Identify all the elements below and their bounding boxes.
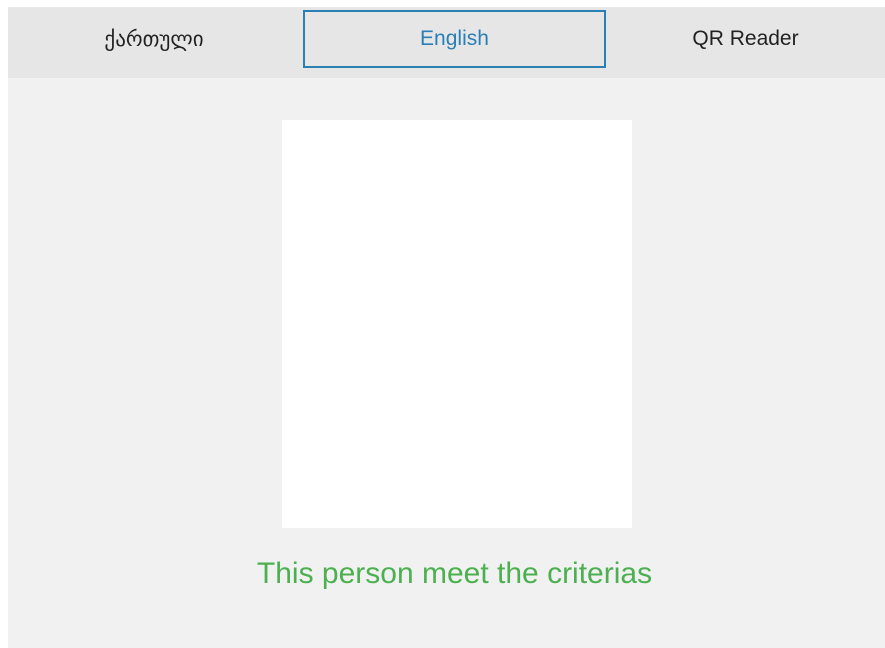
language-tab-bar: ქართული English QR Reader — [8, 7, 885, 78]
app-container: ქართული English QR Reader This person me… — [8, 7, 885, 648]
person-photo — [282, 120, 632, 528]
tab-english[interactable]: English — [303, 10, 606, 68]
result-message: This person meet the criterias — [256, 557, 653, 590]
tab-qr-reader[interactable]: QR Reader — [606, 10, 885, 68]
tab-georgian[interactable]: ქართული — [8, 10, 300, 68]
